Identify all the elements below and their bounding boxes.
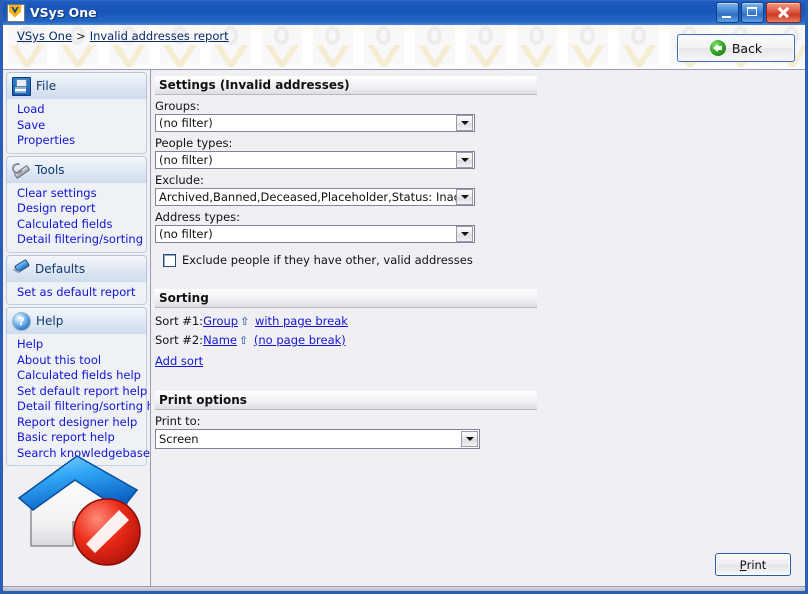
exclude-label: Exclude: bbox=[155, 173, 204, 187]
sidebar-group-tools-links: Clear settings Design report Calculated … bbox=[6, 182, 147, 253]
print-button-label: rint bbox=[746, 557, 767, 572]
sort-1-prefix: Sort #1: bbox=[155, 314, 204, 328]
chevron-down-icon[interactable] bbox=[456, 189, 473, 205]
vsys-shield-icon bbox=[7, 3, 25, 22]
minimize-button[interactable] bbox=[716, 2, 739, 23]
address-types-dropdown-value: (no filter) bbox=[159, 227, 213, 241]
window-title: VSys One bbox=[30, 5, 97, 20]
sidebar-group-tools-title: Tools bbox=[35, 162, 65, 177]
chevron-down-icon[interactable] bbox=[456, 115, 473, 131]
sidebar-group-help-links: Help About this tool Calculated fields h… bbox=[6, 334, 150, 466]
sort-row-2: Sort #2:Name ⇧ (no page break) bbox=[155, 331, 805, 350]
sorting-section-heading: Sorting bbox=[155, 289, 537, 308]
body-area: File Load Save Properties Tools Clear se… bbox=[3, 70, 805, 591]
sidebar-item-load[interactable]: Load bbox=[7, 102, 146, 118]
sidebar-group-file-links: Load Save Properties bbox=[6, 99, 147, 154]
sidebar-item-help[interactable]: Help bbox=[7, 337, 146, 353]
sort-row-1: Sort #1:Group ⇧ with page break bbox=[155, 312, 805, 331]
sidebar-item-calculated-fields-help[interactable]: Calculated fields help bbox=[7, 368, 146, 384]
application-window: VSys One VSys One > Invalid addresses re… bbox=[0, 0, 808, 594]
back-button[interactable]: Back bbox=[677, 34, 795, 62]
sidebar-group-help-title: Help bbox=[36, 314, 64, 328]
print-to-dropdown-value: Screen bbox=[159, 432, 199, 446]
address-types-dropdown[interactable]: (no filter) bbox=[155, 225, 475, 243]
sidebar-item-properties[interactable]: Properties bbox=[7, 133, 146, 149]
groups-dropdown-value: (no filter) bbox=[159, 116, 213, 130]
print-button[interactable]: Print bbox=[715, 553, 791, 576]
invalid-address-house-icon bbox=[11, 448, 145, 568]
back-arrow-icon bbox=[709, 40, 726, 56]
people-types-label: People types: bbox=[155, 136, 233, 150]
people-types-dropdown[interactable]: (no filter) bbox=[155, 151, 475, 169]
sidebar-group-help: ? Help Help About this tool Calculated f… bbox=[6, 307, 150, 466]
sidebar-item-detail-filtering-sorting-help[interactable]: Detail filtering/sorting help bbox=[7, 399, 150, 415]
sidebar-group-file-header[interactable]: File bbox=[6, 72, 147, 99]
banner: VSys One > Invalid addresses report Back bbox=[3, 25, 805, 70]
sidebar-item-report-designer-help[interactable]: Report designer help bbox=[7, 415, 146, 431]
sidebar-group-defaults-header[interactable]: Defaults bbox=[6, 254, 147, 282]
sidebar-item-detail-filtering-sorting[interactable]: Detail filtering/sorting bbox=[7, 232, 146, 248]
close-button[interactable] bbox=[766, 2, 801, 23]
groups-dropdown[interactable]: (no filter) bbox=[155, 114, 475, 132]
groups-label: Groups: bbox=[155, 99, 200, 113]
people-types-dropdown-value: (no filter) bbox=[159, 153, 213, 167]
sort-1-direction-icon[interactable]: ⇧ bbox=[240, 315, 249, 328]
sidebar-group-defaults-title: Defaults bbox=[35, 261, 86, 276]
sidebar-item-set-as-default-report[interactable]: Set as default report bbox=[7, 285, 146, 301]
exclude-dropdown[interactable]: Archived,Banned,Deceased,Placeholder,Sta… bbox=[155, 188, 475, 206]
status-bar bbox=[3, 586, 805, 591]
sort-2-field[interactable]: Name bbox=[203, 333, 237, 347]
add-sort-link[interactable]: Add sort bbox=[155, 354, 203, 368]
sort-2-prefix: Sort #2: bbox=[155, 333, 204, 347]
exclude-dropdown-value: Archived,Banned,Deceased,Placeholder,Sta… bbox=[159, 190, 456, 204]
sidebar-group-tools-header[interactable]: Tools bbox=[6, 155, 147, 183]
question-mark-icon: ? bbox=[12, 311, 31, 331]
print-to-label: Print to: bbox=[155, 414, 201, 428]
breadcrumb-separator: > bbox=[76, 29, 86, 43]
sidebar-group-help-header[interactable]: ? Help bbox=[6, 307, 147, 334]
print-button-accelerator: P bbox=[739, 557, 747, 572]
exclude-valid-addresses-row: Exclude people if they have other, valid… bbox=[163, 253, 805, 267]
maximize-button[interactable] bbox=[741, 2, 764, 23]
sidebar-group-file-title: File bbox=[36, 79, 57, 93]
sidebar-item-set-default-report-help[interactable]: Set default report help bbox=[7, 384, 147, 400]
sidebar-group-file: File Load Save Properties bbox=[6, 72, 147, 154]
main-panel: Settings (Invalid addresses) Groups: (no… bbox=[151, 70, 805, 591]
sidebar-item-design-report[interactable]: Design report bbox=[7, 201, 146, 217]
sidebar-item-basic-report-help[interactable]: Basic report help bbox=[7, 430, 146, 446]
pushpin-icon bbox=[12, 260, 30, 278]
print-options-section-heading: Print options bbox=[155, 391, 537, 410]
window-controls bbox=[716, 2, 801, 23]
sort-2-pagebreak[interactable]: (no page break) bbox=[254, 333, 346, 347]
sidebar-group-defaults: Defaults Set as default report bbox=[6, 254, 147, 305]
sidebar-group-defaults-links: Set as default report bbox=[6, 281, 147, 305]
sidebar-group-tools: Tools Clear settings Design report Calcu… bbox=[6, 155, 147, 253]
sidebar: File Load Save Properties Tools Clear se… bbox=[3, 70, 151, 591]
sidebar-item-save[interactable]: Save bbox=[7, 118, 146, 134]
sidebar-item-about-this-tool[interactable]: About this tool bbox=[7, 353, 146, 369]
exclude-valid-addresses-label[interactable]: Exclude people if they have other, valid… bbox=[182, 253, 473, 267]
breadcrumb-link-current[interactable]: Invalid addresses report bbox=[90, 29, 229, 43]
floppy-disk-icon bbox=[12, 76, 31, 96]
chevron-down-icon[interactable] bbox=[461, 431, 478, 447]
print-to-dropdown[interactable]: Screen bbox=[155, 429, 480, 449]
sidebar-item-calculated-fields[interactable]: Calculated fields bbox=[7, 217, 146, 233]
sort-2-direction-icon[interactable]: ⇧ bbox=[239, 334, 248, 347]
settings-section-heading: Settings (Invalid addresses) bbox=[155, 76, 537, 95]
breadcrumb: VSys One > Invalid addresses report bbox=[17, 29, 229, 43]
sidebar-item-clear-settings[interactable]: Clear settings bbox=[7, 186, 146, 202]
chevron-down-icon[interactable] bbox=[456, 152, 473, 168]
sort-1-pagebreak[interactable]: with page break bbox=[255, 314, 348, 328]
chevron-down-icon[interactable] bbox=[456, 226, 473, 242]
address-types-label: Address types: bbox=[155, 210, 241, 224]
back-button-label: Back bbox=[731, 40, 763, 56]
sort-1-field[interactable]: Group bbox=[203, 314, 238, 328]
title-bar: VSys One bbox=[3, 0, 805, 25]
breadcrumb-link-root[interactable]: VSys One bbox=[17, 29, 72, 43]
exclude-valid-addresses-checkbox[interactable] bbox=[163, 253, 176, 267]
wrench-icon bbox=[12, 161, 30, 179]
